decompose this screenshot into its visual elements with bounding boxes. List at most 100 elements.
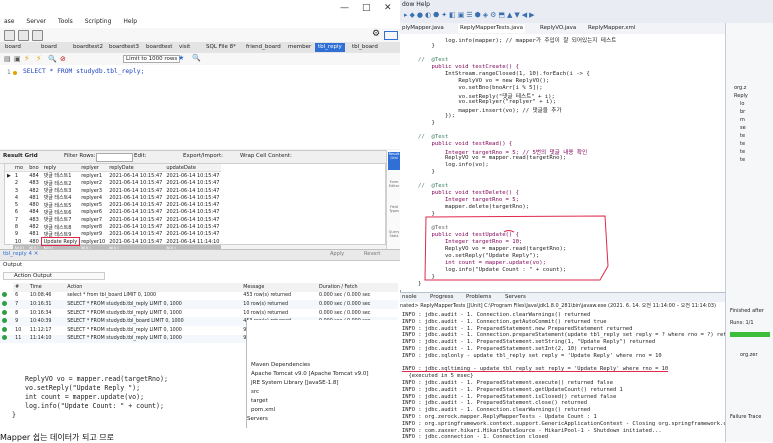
wrap-cell-label[interactable]: Wrap Cell Content: — [240, 153, 292, 159]
tab-tbl-reply[interactable]: tbl_reply — [315, 43, 345, 52]
table-cell[interactable]: 484 — [27, 172, 41, 180]
table-cell[interactable]: 2021-06-14 10:15:47 — [164, 216, 221, 223]
table-row[interactable]: 8 482 댓글 테스트8 replyer8 2021-06-14 10:15:47 20… — [5, 223, 221, 231]
table-cell[interactable]: 10 — [13, 238, 27, 245]
table-cell[interactable]: 댓글 테스트8 — [42, 223, 80, 231]
output-column-header[interactable]: Action — [65, 283, 242, 292]
table-cell[interactable]: 2021-06-14 10:15:47 — [164, 180, 221, 187]
table-cell[interactable]: replyer7 — [79, 216, 107, 223]
table-cell[interactable]: 2021-06-14 10:15:47 — [107, 209, 164, 216]
tree-item-src[interactable]: src — [251, 389, 259, 395]
table-cell[interactable]: 2021-06-14 10:15:47 — [107, 231, 164, 238]
form-editor-side-button[interactable]: Form Editor — [388, 180, 400, 188]
table-cell[interactable]: 2021-06-14 10:15:47 — [107, 194, 164, 201]
sql-editor[interactable]: 1 SELECT * FROM studydb.tbl_reply; — [0, 65, 400, 149]
limit-rows-select[interactable]: Limit to 1000 rows — [123, 55, 181, 63]
tab-boardtest3[interactable]: boardtest3 — [106, 43, 142, 52]
output-column-header[interactable]: # — [13, 283, 28, 292]
apply-button[interactable]: Apply — [330, 251, 344, 257]
table-cell[interactable]: 댓글 테스트7 — [42, 216, 80, 223]
outline-item[interactable]: org.z — [734, 85, 746, 91]
table-cell[interactable]: replyer6 — [79, 209, 107, 216]
tab-problems[interactable]: Problems — [466, 294, 491, 300]
table-cell[interactable]: 483 — [27, 216, 41, 223]
table-cell[interactable]: 댓글 테스트1 — [42, 172, 80, 180]
column-header[interactable]: bno — [27, 164, 42, 173]
column-header[interactable]: replyer — [79, 164, 108, 173]
table-cell[interactable]: 481 — [27, 194, 41, 201]
table-row[interactable]: 7 483 댓글 테스트7 replyer7 2021-06-14 10:15:47 20… — [5, 216, 221, 224]
output-row[interactable]: 8 10:16:34 SELECT * FROM studydb.tbl_reply… — [0, 309, 398, 318]
outline-item[interactable]: te — [740, 133, 745, 139]
new-tab-icon[interactable] — [4, 30, 15, 41]
sql-query-text[interactable]: SELECT * FROM studydb.tbl_reply; — [23, 68, 144, 75]
table-cell[interactable]: 4 — [13, 194, 27, 201]
table-cell[interactable]: 댓글 테스트4 — [42, 194, 80, 201]
table-row[interactable]: 2 483 댓글 테스트2 replyer2 2021-06-14 10:15:47 20… — [5, 180, 221, 187]
table-cell[interactable]: 댓글 테스트6 — [42, 209, 80, 216]
close-button[interactable]: ✕ — [384, 3, 392, 13]
save-icon[interactable]: ▣ — [14, 55, 21, 63]
tab-progress[interactable]: Progress — [430, 294, 453, 300]
tab-friend-board[interactable]: friend_board — [243, 43, 284, 52]
tab-board-2[interactable]: board — [38, 43, 60, 52]
column-header[interactable]: updateDate — [164, 164, 222, 173]
table-cell[interactable]: 480 — [27, 201, 41, 208]
table-cell[interactable]: 482 — [27, 187, 41, 194]
table-cell[interactable]: 480 — [27, 238, 41, 245]
table-cell[interactable]: replyer3 — [79, 187, 107, 194]
result-grid-label[interactable]: Result Grid — [3, 153, 38, 159]
table-cell[interactable]: Update Reply — [40, 236, 81, 247]
outline-item[interactable]: se — [740, 125, 746, 131]
output-row[interactable]: 7 10:16:31 SELECT * FROM studydb.tbl_reply… — [0, 300, 398, 309]
table-cell[interactable]: 2021-06-14 10:15:47 — [164, 194, 221, 201]
tab-replyvo-java[interactable]: ReplyVO.java — [540, 24, 576, 33]
tab-visit[interactable]: visit — [176, 43, 193, 52]
tab-replymapper-java[interactable]: plyMapper.java — [402, 24, 444, 33]
execute-icon[interactable]: ⚡ — [24, 54, 30, 63]
table-cell[interactable]: 3 — [13, 187, 27, 194]
table-cell[interactable]: 8 — [13, 223, 27, 230]
result-grid[interactable]: rno bno reply replyer replyDate updateDate ▶ 1… — [4, 163, 386, 253]
table-cell[interactable]: replyer1 — [79, 172, 107, 180]
table-cell[interactable]: 2021-06-14 10:15:47 — [164, 209, 221, 216]
column-header[interactable]: rno — [12, 164, 28, 173]
column-header[interactable]: reply — [41, 164, 80, 173]
tree-item-tomcat[interactable]: Apache Tomcat v9.0 [Apache Tomcat v9.0] — [251, 371, 368, 377]
table-row[interactable]: 9 481 댓글 테스트9 replyer9 2021-06-14 10:15:47 20… — [5, 231, 221, 238]
table-row[interactable]: 3 482 댓글 테스트3 replyer3 2021-06-14 10:15:47 20… — [5, 187, 221, 195]
outline-item[interactable]: te — [740, 149, 745, 155]
tab-member[interactable]: member — [285, 43, 314, 52]
table-row[interactable]: 6 484 댓글 테스트6 replyer6 2021-06-14 10:15:47 20… — [5, 209, 221, 216]
tab-replymappertests-java[interactable]: ReplyMapperTests.java — [458, 24, 525, 33]
table-cell[interactable]: 2021-06-14 10:15:47 — [107, 180, 164, 187]
export-import-label[interactable]: Export/Import: — [183, 153, 223, 159]
stop-icon[interactable]: ⊘ — [60, 55, 66, 63]
action-output-select[interactable]: Action Output — [3, 272, 105, 280]
output-column-header[interactable]: Time — [27, 283, 66, 292]
outline-item[interactable]: Reply — [734, 93, 748, 99]
table-cell[interactable]: 6 — [13, 209, 27, 216]
table-cell[interactable]: 482 — [27, 223, 41, 230]
eclipse-menu[interactable]: dow Help — [402, 1, 430, 8]
table-cell[interactable]: 2021-06-14 10:15:47 — [164, 223, 221, 230]
toolbar-icons[interactable]: ▸◆●◐⬣✦◧▣☰⬢◈⚙⬒▲▼◀▶ — [404, 11, 537, 19]
table-cell[interactable]: replyer2 — [79, 180, 107, 187]
table-cell[interactable]: 484 — [27, 209, 41, 216]
settings-icon[interactable]: ⚙ — [372, 29, 380, 39]
table-cell[interactable]: 댓글 테스트5 — [42, 201, 80, 209]
result-grid-side-button[interactable]: Result Grid — [388, 152, 400, 170]
outline-item[interactable]: te — [740, 157, 745, 163]
layout-toggle-icon[interactable] — [384, 31, 398, 40]
table-row[interactable]: 4 481 댓글 테스트4 replyer4 2021-06-14 10:15:47 20… — [5, 194, 221, 202]
dashboard-icon[interactable] — [32, 30, 43, 41]
table-cell[interactable]: 2021-06-14 10:15:47 — [107, 216, 164, 223]
table-cell[interactable]: replyer5 — [79, 201, 107, 208]
output-column-header[interactable]: Duration / Fetch — [317, 283, 398, 292]
output-column-header[interactable]: Message — [241, 283, 318, 292]
outline-item[interactable]: te — [740, 141, 745, 147]
outline-item[interactable]: m — [740, 117, 745, 123]
tree-item-maven[interactable]: Maven Dependencies — [251, 362, 310, 368]
tab-boardtest2[interactable]: boardtest2 — [70, 43, 106, 52]
table-cell[interactable]: 2021-06-14 11:14:10 — [164, 238, 221, 245]
